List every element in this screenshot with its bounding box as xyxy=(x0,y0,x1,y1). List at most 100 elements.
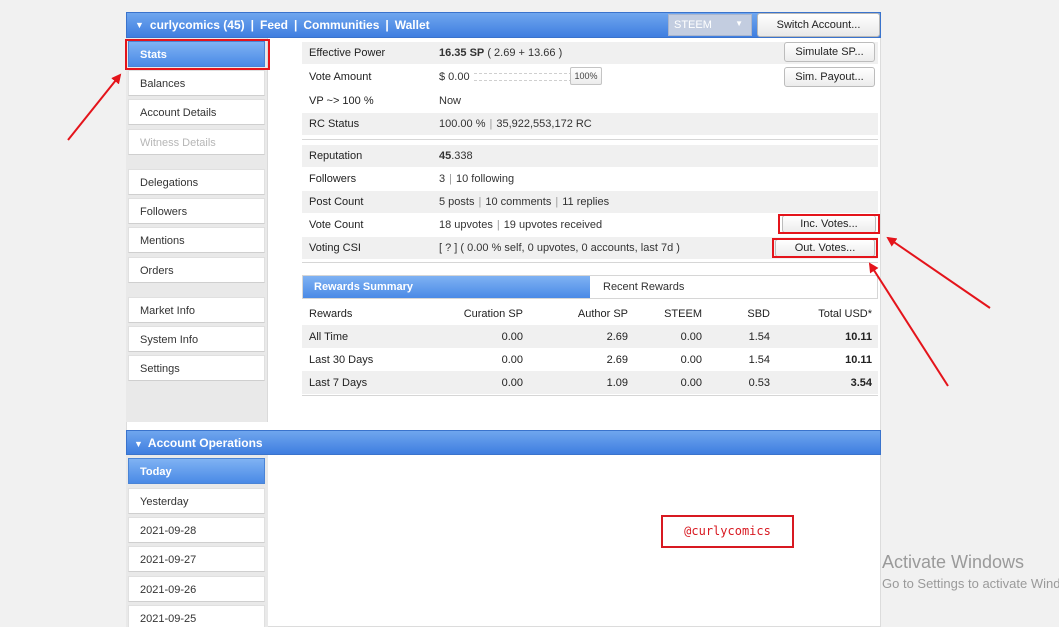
sidebar-item-mentions[interactable]: Mentions xyxy=(128,227,265,253)
rc-amount: 35,922,553,172 RC xyxy=(496,118,592,130)
top-navigation-bar: ▼ curlycomics (45) | Feed | Communities … xyxy=(126,12,881,38)
sidebar: Stats Balances Account Details Witness D… xyxy=(126,38,268,422)
switch-account-button[interactable]: Switch Account... xyxy=(757,13,880,37)
feed-link[interactable]: Feed xyxy=(260,18,288,32)
header-author-sp: Author SP xyxy=(577,308,628,320)
followers-count[interactable]: 3 xyxy=(439,173,445,185)
rewards-tabs: Rewards Summary Recent Rewards xyxy=(302,275,878,299)
ops-day-item[interactable]: 2021-09-28 xyxy=(128,517,265,543)
post-count-label: Post Count xyxy=(309,196,364,208)
following-count[interactable]: 10 following xyxy=(456,173,514,185)
row-total-usd: 3.54 xyxy=(850,377,872,389)
row-curation-sp: 0.00 xyxy=(501,331,523,343)
nav-separator: | xyxy=(294,18,298,32)
effective-power-detail: ( 2.69 + 13.66 ) xyxy=(484,47,563,59)
row-total-usd: 10.11 xyxy=(845,354,872,366)
voting-csi-label: Voting CSI xyxy=(309,242,361,254)
header-steem: STEEM xyxy=(664,308,702,320)
row-curation-sp: 0.00 xyxy=(501,377,523,389)
watermark-subtitle: Go to Settings to activate Windows. xyxy=(882,576,1059,591)
row-sbd: 1.54 xyxy=(748,354,770,366)
header-sbd: SBD xyxy=(747,308,770,320)
rc-percent: 100.00 % xyxy=(439,118,486,130)
row-period: Last 30 Days xyxy=(309,354,374,366)
account-operations-title: Account Operations xyxy=(147,436,263,450)
vote-amount-label: Vote Amount xyxy=(309,71,372,83)
tab-recent-rewards[interactable]: Recent Rewards xyxy=(603,281,684,293)
table-row: Last 30 Days 0.00 2.69 0.00 1.54 10.11 xyxy=(302,348,878,371)
sidebar-item-followers[interactable]: Followers xyxy=(128,198,265,224)
highlight-inc-votes-box xyxy=(778,214,880,234)
nav-separator: | xyxy=(385,18,389,32)
token-select[interactable]: STEEM ▼ xyxy=(668,14,752,36)
reputation-value: 45.338 xyxy=(439,150,473,162)
wallet-link[interactable]: Wallet xyxy=(395,18,430,32)
row-period: All Time xyxy=(309,331,349,343)
ops-day-yesterday[interactable]: Yesterday xyxy=(128,488,265,514)
vp-value: Now xyxy=(439,95,462,107)
arrow-to-inc-votes xyxy=(886,236,991,309)
vp-row: VP ~> 100 % Now xyxy=(302,90,878,112)
ops-day-today[interactable]: Today xyxy=(128,458,265,484)
row-total-usd: 10.11 xyxy=(845,331,872,343)
ops-day-item[interactable]: 2021-09-27 xyxy=(128,546,265,572)
row-steem: 0.00 xyxy=(680,377,702,389)
account-operations-header[interactable]: ▼ Account Operations xyxy=(126,430,881,455)
followers-label: Followers xyxy=(309,173,357,185)
voting-csi-value: [ ? ] ( 0.00 % self, 0 upvotes, 0 accoun… xyxy=(439,242,680,254)
rc-status-label: RC Status xyxy=(309,118,360,130)
arrow-to-out-votes xyxy=(868,262,949,387)
effective-power-sp: 16.35 SP xyxy=(439,47,485,59)
post-count-value: 5 posts | 10 comments | 11 replies xyxy=(439,196,610,208)
row-author-sp: 2.69 xyxy=(606,354,628,366)
communities-link[interactable]: Communities xyxy=(303,18,379,32)
row-author-sp: 1.09 xyxy=(606,377,628,389)
section-divider xyxy=(302,262,878,263)
sidebar-item-settings[interactable]: Settings xyxy=(128,355,265,381)
username-annotation: @curlycomics xyxy=(661,515,794,548)
row-steem: 0.00 xyxy=(680,354,702,366)
sidebar-item-system-info[interactable]: System Info xyxy=(128,326,265,352)
ops-day-item[interactable]: 2021-09-25 xyxy=(128,605,265,627)
vote-count-label: Vote Count xyxy=(309,219,364,231)
collapse-triangle-icon[interactable]: ▼ xyxy=(135,20,144,30)
tab-rewards-summary[interactable]: Rewards Summary xyxy=(303,276,590,298)
reputation-row: Reputation 45.338 xyxy=(302,145,878,167)
section-divider xyxy=(302,139,878,140)
ops-day-item[interactable]: 2021-09-26 xyxy=(128,576,265,602)
sidebar-item-delegations[interactable]: Delegations xyxy=(128,169,265,195)
row-curation-sp: 0.00 xyxy=(501,354,523,366)
post-count-row: Post Count 5 posts | 10 comments | 11 replie… xyxy=(302,191,878,213)
sidebar-item-market-info[interactable]: Market Info xyxy=(128,297,265,323)
operations-date-list: Today Yesterday 2021-09-28 2021-09-27 20… xyxy=(126,455,268,627)
highlight-stats-box xyxy=(125,39,270,70)
token-select-value: STEEM xyxy=(674,19,712,31)
sidebar-item-orders[interactable]: Orders xyxy=(128,257,265,283)
sidebar-item-account-details[interactable]: Account Details xyxy=(128,99,265,125)
watermark-title: Activate Windows xyxy=(882,552,1025,572)
chevron-down-icon: ▼ xyxy=(735,19,743,28)
rewards-table-header: Rewards Curation SP Author SP STEEM SBD … xyxy=(302,302,878,325)
effective-power-label: Effective Power xyxy=(309,47,386,59)
vote-weight-slider[interactable] xyxy=(474,73,572,81)
upvotes-count: 18 upvotes xyxy=(439,219,493,231)
followers-value: 3 | 10 following xyxy=(439,173,515,185)
sim-payout-button[interactable]: Sim. Payout... xyxy=(784,67,875,87)
vote-amount-value: $ 0.00 xyxy=(439,71,470,83)
comments-count: 10 comments xyxy=(485,196,552,208)
account-link[interactable]: curlycomics (45) xyxy=(150,18,245,32)
vote-count-value: 18 upvotes | 19 upvotes received xyxy=(439,219,603,231)
highlight-out-votes-box xyxy=(772,238,878,258)
posts-count: 5 posts xyxy=(439,196,475,208)
header-total-usd: Total USD* xyxy=(818,308,872,320)
sidebar-item-balances[interactable]: Balances xyxy=(128,70,265,96)
simulate-sp-button[interactable]: Simulate SP... xyxy=(784,42,875,62)
vp-label: VP ~> 100 % xyxy=(309,95,374,107)
header-rewards: Rewards xyxy=(309,308,353,320)
reputation-integer: 45 xyxy=(439,150,452,162)
nav-separator: | xyxy=(250,18,254,32)
effective-power-value: 16.35 SP ( 2.69 + 13.66 ) xyxy=(439,47,562,59)
arrow-to-stats xyxy=(67,73,122,141)
vote-weight-slider-handle[interactable]: 100% xyxy=(570,67,602,85)
table-row: Last 7 Days 0.00 1.09 0.00 0.53 3.54 xyxy=(302,371,878,394)
